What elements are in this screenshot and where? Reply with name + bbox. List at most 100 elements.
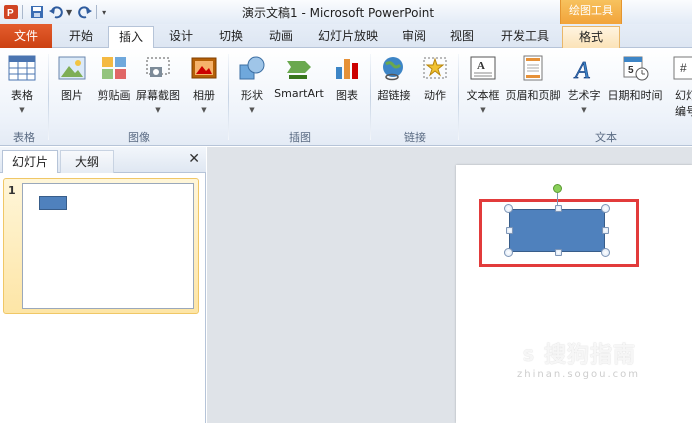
title-bar: P ▼ ▾ 演示文稿1 - Microsoft PowerPoint 绘图工具 bbox=[0, 0, 692, 24]
shapes-icon bbox=[237, 53, 267, 83]
textbox-icon: A bbox=[468, 53, 498, 83]
tab-animations[interactable]: 动画 bbox=[262, 26, 300, 48]
tab-outline[interactable]: 大纲 bbox=[60, 150, 114, 173]
group-label-tables: 表格 bbox=[13, 131, 35, 144]
customize-qat-icon[interactable]: ▾ bbox=[102, 8, 106, 17]
powerpoint-app-icon[interactable]: P bbox=[3, 4, 19, 20]
wordart-icon: A bbox=[569, 53, 599, 83]
svg-text:#: # bbox=[680, 61, 687, 75]
sogou-logo-icon: S bbox=[517, 344, 541, 368]
tab-insert[interactable]: 插入 bbox=[108, 26, 154, 49]
group-separator bbox=[370, 54, 371, 140]
chart-button[interactable]: 图表 bbox=[330, 53, 364, 103]
group-separator bbox=[228, 54, 229, 140]
tab-format[interactable]: 格式 bbox=[562, 26, 620, 48]
chevron-down-icon: ▼ bbox=[480, 106, 486, 114]
clipart-icon bbox=[99, 53, 129, 83]
save-icon[interactable] bbox=[29, 4, 45, 20]
chevron-down-icon: ▼ bbox=[155, 106, 161, 114]
action-icon bbox=[420, 53, 450, 83]
group-separator bbox=[458, 54, 459, 140]
drawing-tools-context-label: 绘图工具 bbox=[560, 0, 622, 24]
watermark: S 搜狗指南 bbox=[517, 337, 636, 369]
clipart-button[interactable]: 剪贴画 bbox=[94, 53, 134, 103]
resize-handle-top[interactable] bbox=[555, 205, 562, 212]
ribbon-tabs: 文件 开始 插入 设计 切换 动画 幻灯片放映 审阅 视图 开发工具 格式 bbox=[0, 24, 692, 49]
tab-transitions[interactable]: 切换 bbox=[212, 26, 250, 48]
chart-icon bbox=[332, 53, 362, 83]
tab-developer[interactable]: 开发工具 bbox=[494, 26, 556, 48]
slide-canvas[interactable] bbox=[456, 165, 692, 423]
wordart-button[interactable]: A 艺术字 ▼ bbox=[564, 53, 604, 114]
slide-thumbnail[interactable] bbox=[22, 183, 194, 309]
picture-button[interactable]: 图片 bbox=[54, 53, 90, 103]
tab-review[interactable]: 审阅 bbox=[396, 26, 432, 48]
tab-view[interactable]: 视图 bbox=[444, 26, 480, 48]
chevron-down-icon: ▼ bbox=[581, 106, 587, 114]
close-icon[interactable]: ✕ bbox=[188, 151, 200, 167]
group-label-images: 图像 bbox=[128, 131, 150, 144]
resize-handle-bottom-left[interactable] bbox=[504, 248, 513, 257]
slides-panel: 幻灯片 大纲 ✕ 1 bbox=[0, 147, 206, 423]
resize-handle-bottom-right[interactable] bbox=[601, 248, 610, 257]
photo-album-icon bbox=[189, 53, 219, 83]
watermark-text: 搜狗指南 bbox=[544, 343, 637, 368]
svg-text:A: A bbox=[477, 60, 485, 72]
hyperlink-button[interactable]: 超链接 bbox=[374, 53, 414, 103]
svg-text:P: P bbox=[7, 8, 14, 19]
slide-number-label: 1 bbox=[8, 184, 16, 197]
group-separator bbox=[48, 54, 49, 140]
rectangle-shape[interactable] bbox=[509, 209, 605, 252]
shapes-button[interactable]: 形状 ▼ bbox=[234, 53, 270, 114]
slide-number-button[interactable]: # 幻灯 编号 bbox=[666, 53, 692, 119]
svg-text:5: 5 bbox=[628, 65, 634, 76]
screenshot-button[interactable]: 屏幕截图 ▼ bbox=[134, 53, 182, 114]
tab-slideshow[interactable]: 幻灯片放映 bbox=[312, 26, 384, 48]
tab-slides[interactable]: 幻灯片 bbox=[2, 150, 58, 173]
table-icon bbox=[7, 53, 37, 83]
header-footer-button[interactable]: 页眉和页脚 bbox=[504, 53, 562, 103]
qat-separator bbox=[96, 5, 98, 19]
resize-handle-bottom[interactable] bbox=[555, 249, 562, 256]
photo-album-button[interactable]: 相册 ▼ bbox=[186, 53, 222, 114]
qat-separator bbox=[22, 5, 23, 19]
group-label-links: 链接 bbox=[404, 131, 426, 144]
redo-icon[interactable] bbox=[77, 4, 93, 20]
resize-handle-top-left[interactable] bbox=[504, 204, 513, 213]
chevron-down-icon: ▼ bbox=[19, 106, 25, 114]
chevron-down-icon: ▼ bbox=[249, 106, 255, 114]
resize-handle-left[interactable] bbox=[506, 227, 513, 234]
window-title: 演示文稿1 - Microsoft PowerPoint bbox=[242, 6, 435, 20]
slide-editing-area: S 搜狗指南 zhinan.sogou.com bbox=[207, 147, 692, 423]
resize-handle-top-right[interactable] bbox=[601, 204, 610, 213]
picture-icon bbox=[57, 53, 87, 83]
quick-access-toolbar: P ▼ ▾ bbox=[0, 0, 108, 24]
action-button[interactable]: 动作 bbox=[418, 53, 452, 103]
table-button[interactable]: 表格 ▼ bbox=[4, 53, 40, 114]
screenshot-icon bbox=[143, 53, 173, 83]
group-label-text: 文本 bbox=[595, 131, 617, 144]
slides-panel-tabs: 幻灯片 大纲 ✕ bbox=[0, 147, 206, 173]
undo-icon[interactable] bbox=[48, 4, 64, 20]
smartart-icon bbox=[284, 53, 314, 83]
textbox-button[interactable]: A 文本框 ▼ bbox=[462, 53, 504, 114]
tab-design[interactable]: 设计 bbox=[162, 26, 200, 48]
slide-number-icon: # bbox=[671, 53, 692, 83]
header-footer-icon bbox=[518, 53, 548, 83]
watermark-url: zhinan.sogou.com bbox=[517, 369, 641, 380]
hyperlink-icon bbox=[379, 53, 409, 83]
resize-handle-right[interactable] bbox=[602, 227, 609, 234]
undo-dropdown-icon[interactable]: ▼ bbox=[66, 8, 72, 17]
svg-text:A: A bbox=[573, 58, 590, 81]
date-time-button[interactable]: 5 日期和时间 bbox=[606, 53, 664, 103]
tab-file[interactable]: 文件 bbox=[0, 24, 52, 48]
calendar-clock-icon: 5 bbox=[620, 53, 650, 83]
thumbnail-rectangle-shape bbox=[39, 196, 67, 210]
group-label-illustrations: 插图 bbox=[289, 131, 311, 144]
slide-thumbnail-selected[interactable]: 1 bbox=[3, 178, 199, 314]
smartart-button[interactable]: SmartArt bbox=[272, 53, 326, 100]
rotation-handle[interactable] bbox=[553, 184, 562, 193]
ribbon-insert: 表格 ▼ 表格 图片 剪贴画 屏幕截图 ▼ 相册 ▼ 图像 形状 ▼ Smart… bbox=[0, 48, 692, 146]
chevron-down-icon: ▼ bbox=[201, 106, 207, 114]
tab-home[interactable]: 开始 bbox=[62, 26, 100, 48]
